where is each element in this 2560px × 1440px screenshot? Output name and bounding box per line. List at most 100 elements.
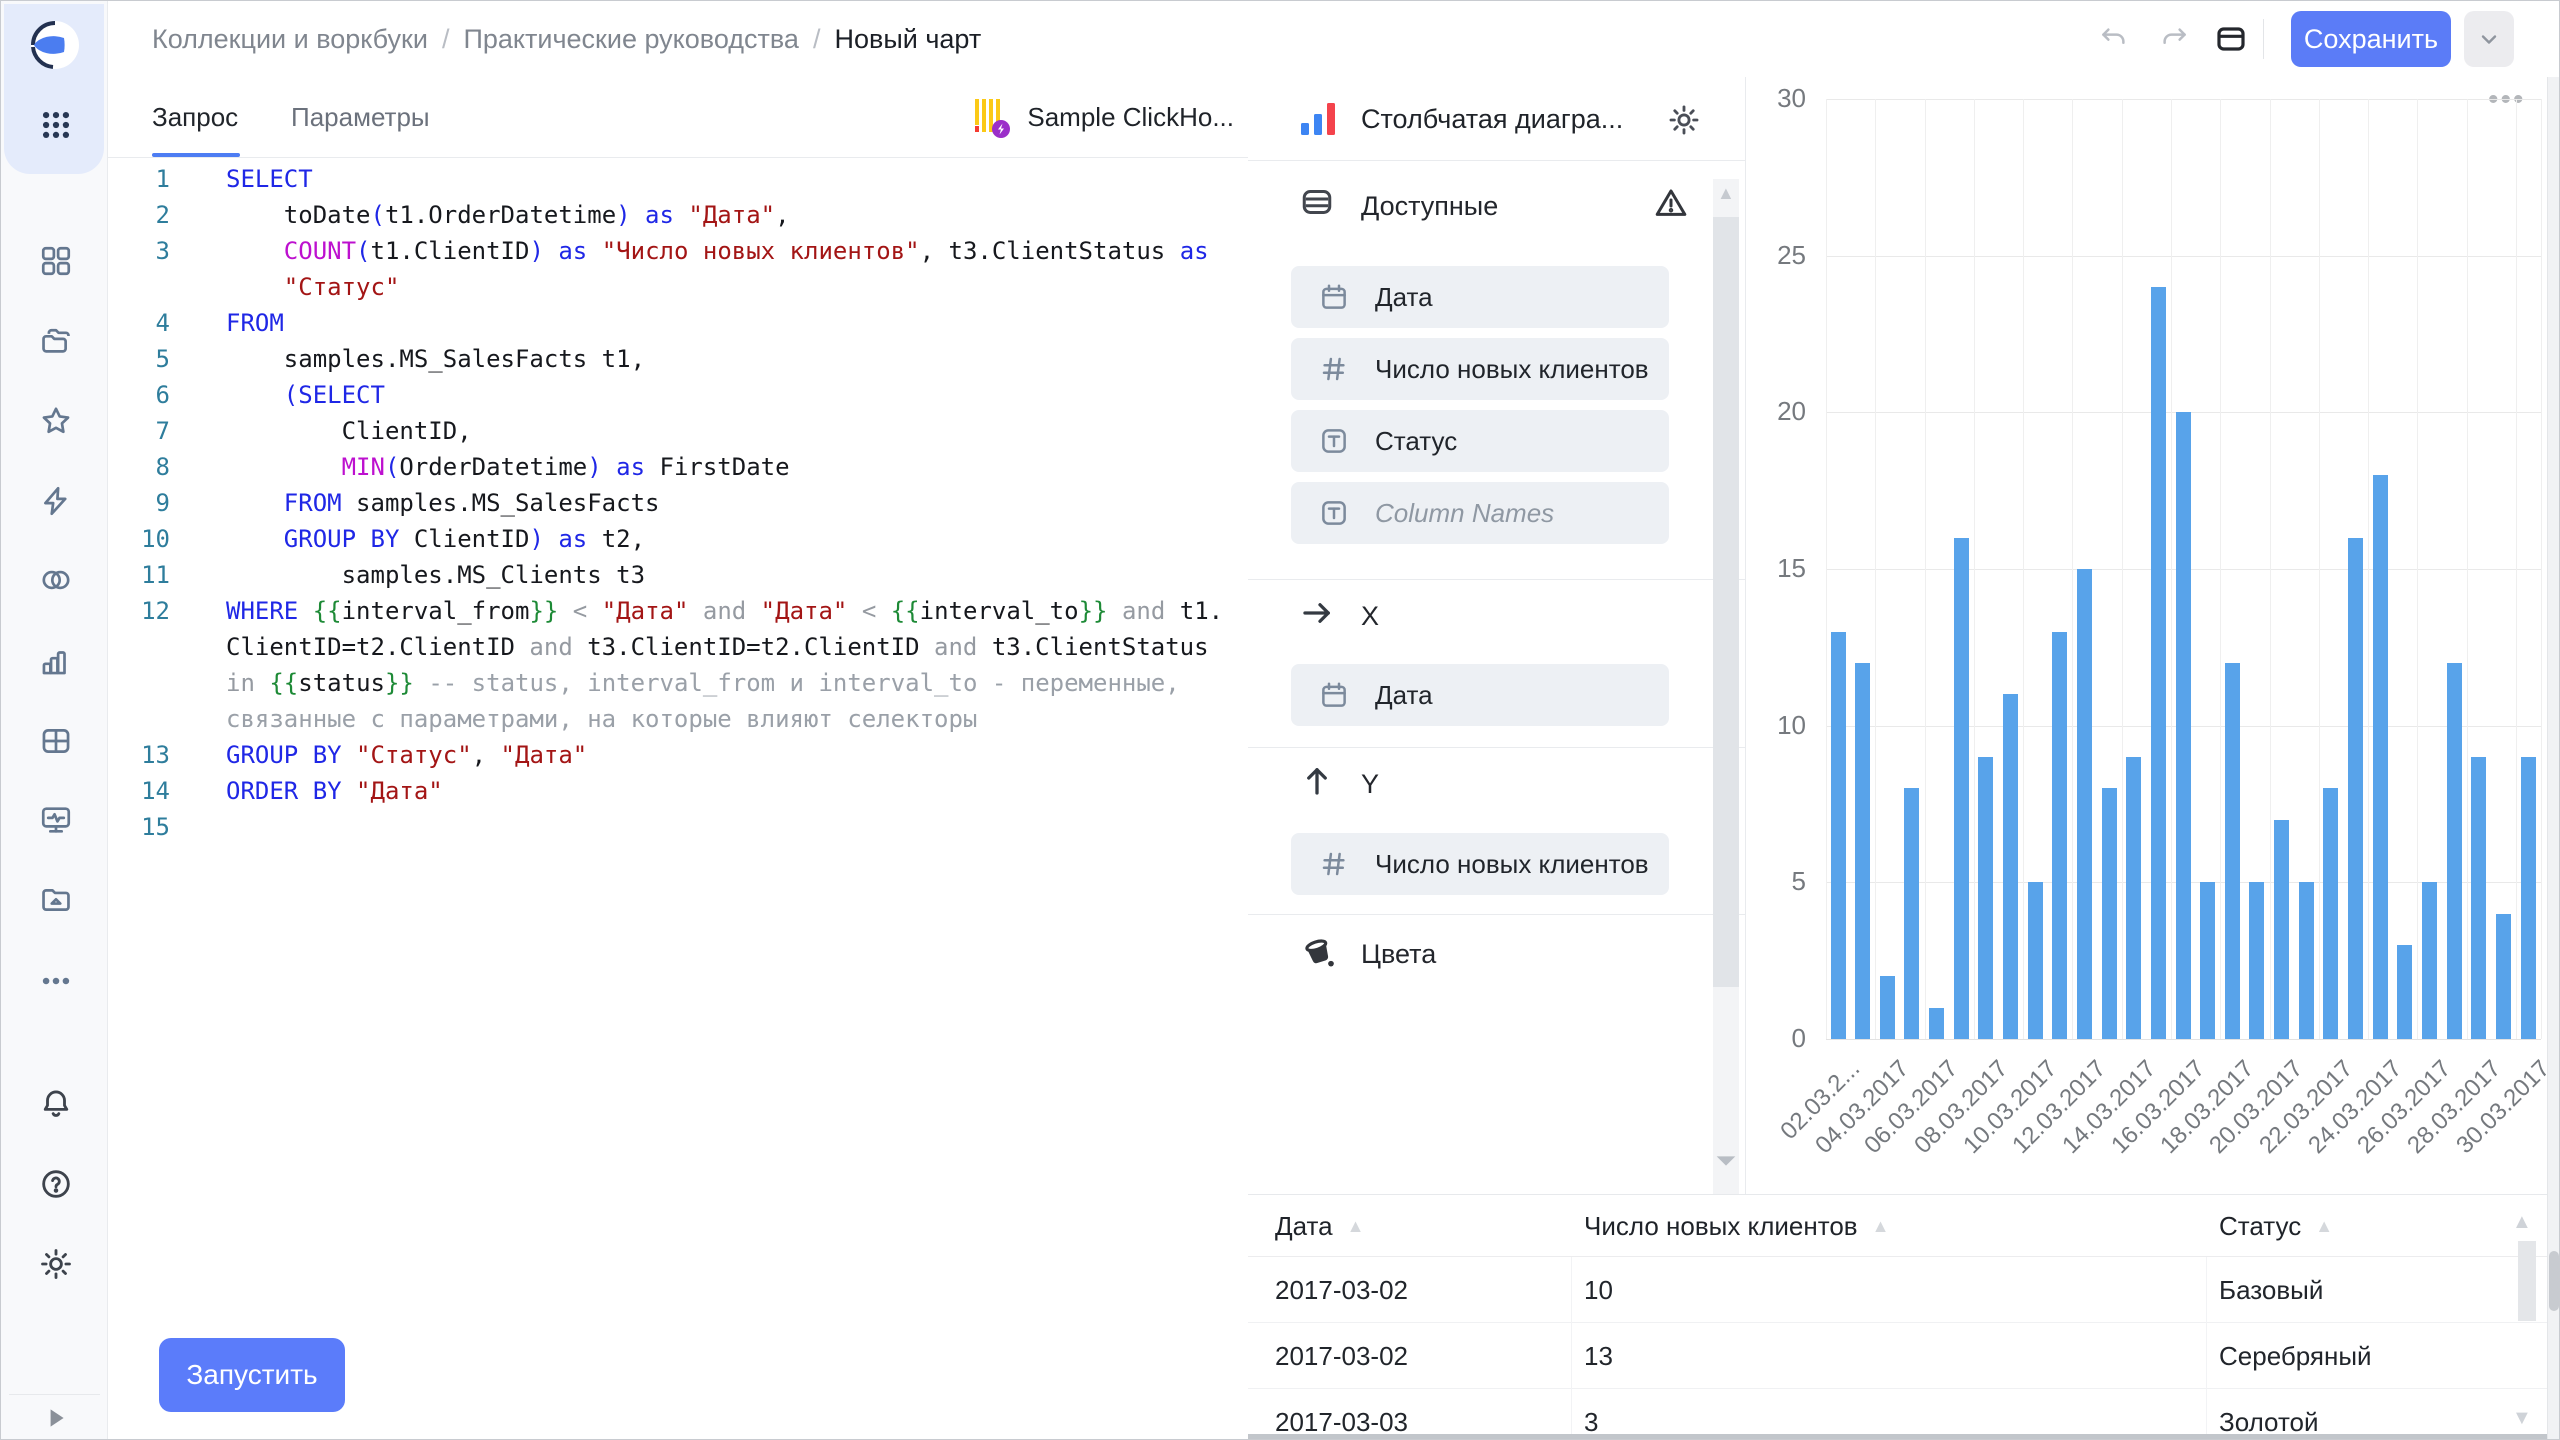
dashboards-monitor-icon[interactable] (39, 803, 73, 837)
line-number: 1 (108, 161, 170, 197)
chart-type-selector[interactable]: Столбчатая диагра... (1361, 77, 1623, 161)
redo-icon[interactable] (2156, 21, 2192, 57)
expand-sidebar-icon[interactable] (41, 1403, 71, 1433)
code-text: ClientID, (170, 413, 472, 449)
code-line[interactable]: 1SELECT (108, 161, 1248, 197)
text-icon (1319, 498, 1349, 528)
field-chip-число-новых-клиентов[interactable]: Число новых клиентов (1291, 338, 1669, 400)
bar-2017-03-04 (1880, 976, 1895, 1039)
bar-2017-03-23 (2348, 538, 2363, 1039)
settings-gear-icon[interactable] (39, 1247, 73, 1281)
code-line[interactable]: 7 ClientID, (108, 413, 1248, 449)
save-options-button[interactable] (2464, 11, 2514, 67)
window-scrollbar-thumb[interactable] (2549, 1251, 2559, 1311)
scroll-up-icon[interactable]: ▲ (1717, 183, 1735, 204)
code-line[interactable]: 9 FROM samples.MS_SalesFacts (108, 485, 1248, 521)
code-line[interactable]: 2 toDate(t1.OrderDatetime) as "Дата", (108, 197, 1248, 233)
code-line[interactable]: 11 samples.MS_Clients t3 (108, 557, 1248, 593)
window-scrollbar[interactable] (2547, 77, 2560, 1440)
field-chip-статус[interactable]: Статус (1291, 410, 1669, 472)
code-line[interactable]: 15 (108, 809, 1248, 845)
table-cell: Золотой (2219, 1389, 2319, 1440)
charts-icon[interactable] (39, 644, 73, 678)
code-text: WHERE {{interval_from}} < "Дата" and "Да… (170, 593, 1223, 629)
help-icon[interactable] (39, 1167, 73, 1201)
line-number: 3 (108, 233, 170, 269)
bar-2017-03-17 (2200, 882, 2215, 1039)
datasets-icon[interactable] (39, 724, 73, 758)
table-row: 2017-03-033Золотой (1248, 1389, 2547, 1440)
code-line[interactable]: 6 (SELECT (108, 377, 1248, 413)
line-number: 9 (108, 485, 170, 521)
field-chip-число-новых-клиентов[interactable]: Число новых клиентов (1291, 833, 1669, 895)
bar-2017-03-27 (2447, 663, 2462, 1039)
save-button[interactable]: Сохранить (2291, 11, 2451, 67)
favorites-star-icon[interactable] (39, 404, 73, 438)
code-line[interactable]: 14ORDER BY "Дата" (108, 773, 1248, 809)
code-line[interactable]: 4FROM (108, 305, 1248, 341)
breadcrumb-collections[interactable]: Коллекции и воркбуки (152, 24, 428, 55)
gridline (2368, 99, 2369, 1039)
services-icon[interactable] (39, 244, 73, 278)
code-line[interactable]: 8 MIN(OrderDatetime) as FirstDate (108, 449, 1248, 485)
field-chip-label: Дата (1375, 282, 1433, 313)
sort-icon: ▲ (1872, 1216, 1890, 1237)
warning-icon[interactable] (1651, 183, 1691, 223)
gridline (2319, 99, 2320, 1039)
table-header-date[interactable]: Дата▲ (1275, 1195, 1364, 1257)
table-scrollbar-thumb[interactable] (2518, 1241, 2536, 1321)
apps-grid-icon[interactable] (39, 108, 73, 142)
code-line[interactable]: in {{status}} -- status, interval_from и… (108, 665, 1248, 701)
datalens-logo[interactable] (27, 17, 83, 73)
chart-settings-gear-icon[interactable] (1665, 101, 1703, 139)
gridline (2541, 99, 2542, 1039)
panel-scrollbar-thumb[interactable] (1713, 217, 1739, 987)
run-button[interactable]: Запустить (159, 1338, 345, 1412)
field-chip-column-names[interactable]: Column Names (1291, 482, 1669, 544)
field-chip-label: Число новых клиентов (1375, 849, 1649, 880)
more-dots-icon[interactable] (39, 964, 73, 998)
field-chip-дата[interactable]: Дата (1291, 664, 1669, 726)
file-upload-folder-icon[interactable] (39, 883, 73, 917)
undo-icon[interactable] (2096, 21, 2132, 57)
topbar: Коллекции и воркбуки / Практические руко… (108, 1, 2560, 78)
bar-2017-03-30 (2521, 757, 2536, 1039)
code-text: COUNT(t1.ClientID) as "Число новых клиен… (170, 233, 1209, 269)
chart-settings-panel: Столбчатая диагра... Доступные ДатаЧисло… (1248, 77, 1746, 1194)
connections-icon[interactable] (39, 563, 73, 597)
panel-scroll-down-icon[interactable] (1710, 1149, 1742, 1173)
notifications-bell-icon[interactable] (39, 1087, 73, 1121)
field-chip-дата[interactable]: Дата (1291, 266, 1669, 328)
table-scroll-down-icon[interactable]: ▼ (2512, 1407, 2532, 1430)
breadcrumb: Коллекции и воркбуки / Практические руко… (152, 1, 981, 77)
bar-2017-03-25 (2397, 945, 2412, 1039)
table-header-new-clients[interactable]: Число новых клиентов▲ (1584, 1195, 1889, 1257)
breadcrumb-guides[interactable]: Практические руководства (463, 24, 798, 55)
table-horizontal-scrollbar[interactable] (1248, 1434, 2547, 1440)
chart-menu-dots-icon[interactable]: ••• (2488, 83, 2526, 117)
code-line[interactable]: 3 COUNT(t1.ClientID) as "Число новых кли… (108, 233, 1248, 269)
collections-icon[interactable] (39, 324, 73, 358)
chevron-down-icon (2477, 27, 2501, 51)
code-text: FROM samples.MS_SalesFacts (170, 485, 659, 521)
code-line[interactable]: связанные с параметрами, на которые влия… (108, 701, 1248, 737)
line-number: 15 (108, 809, 170, 845)
code-line[interactable]: 5 samples.MS_SalesFacts t1, (108, 341, 1248, 377)
tab-parameters[interactable]: Параметры (291, 77, 430, 157)
code-line[interactable]: 12WHERE {{interval_from}} < "Дата" and "… (108, 593, 1248, 629)
code-line[interactable]: "Статус" (108, 269, 1248, 305)
quick-actions-bolt-icon[interactable] (39, 484, 73, 518)
code-line[interactable]: ClientID=t2.ClientID and t3.ClientID=t2.… (108, 629, 1248, 665)
table-scroll-up-icon[interactable]: ▲ (2512, 1211, 2532, 1234)
number-icon (1319, 849, 1349, 879)
bar-2017-03-29 (2496, 914, 2511, 1039)
y-axis-tick: 5 (1746, 866, 1806, 897)
panel-layout-icon[interactable] (2213, 21, 2249, 57)
tab-query[interactable]: Запрос (152, 77, 238, 157)
code-line[interactable]: 10 GROUP BY ClientID) as t2, (108, 521, 1248, 557)
table-cell: 13 (1584, 1323, 1613, 1389)
sql-editor[interactable]: 1SELECT2 toDate(t1.OrderDatetime) as "Да… (108, 161, 1248, 845)
table-header-status[interactable]: Статус▲ (2219, 1195, 2333, 1257)
code-line[interactable]: 13GROUP BY "Статус", "Дата" (108, 737, 1248, 773)
dataset-selector[interactable]: Sample ClickHo... (973, 77, 1234, 157)
